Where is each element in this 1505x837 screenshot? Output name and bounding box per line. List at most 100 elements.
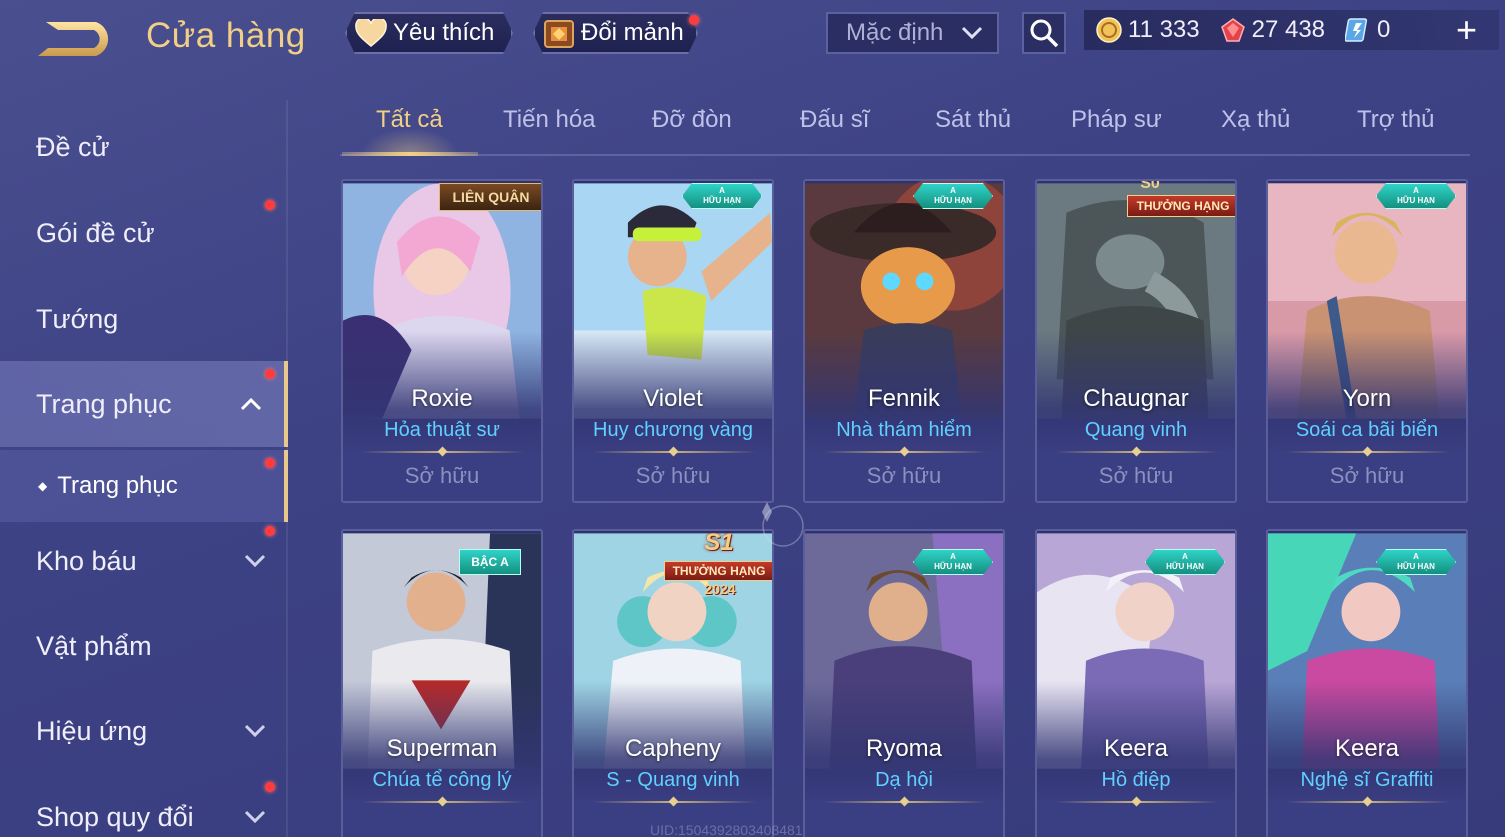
back-arrow-icon xyxy=(38,22,109,56)
skin-name: Dạ hội xyxy=(875,769,933,791)
skin-card[interactable]: A HỮU HẠN Fennik Nhà thám hiểm Sở hữu xyxy=(803,179,1005,503)
owned-status: Sở hữu xyxy=(635,463,711,488)
sidebar-item-treasure[interactable]: Kho báu xyxy=(0,518,288,604)
sidebar-item-label: Shop quy đổi xyxy=(36,801,194,832)
gold-amount: 11 333 xyxy=(1128,16,1200,43)
hero-name: Violet xyxy=(643,385,703,412)
skin-card[interactable]: BẬC A Superman Chúa tể công lý xyxy=(341,529,543,837)
skin-card[interactable]: A HỮU HẠN Keera Nghệ sĩ Graffiti xyxy=(1266,529,1468,837)
tab-support[interactable]: Trợ thủ xyxy=(1357,106,1435,134)
hero-name: Roxie xyxy=(411,385,473,412)
badge-label: HỮU HẠN xyxy=(1397,196,1435,205)
skin-name: Huy chương vàng xyxy=(593,419,753,441)
hero-name: Keera xyxy=(1334,735,1400,762)
sidebar-item-label: Gói đề cử xyxy=(36,217,155,248)
search-button[interactable] xyxy=(1022,12,1066,54)
token-card-icon xyxy=(1345,18,1368,42)
page-title: Cửa hàng xyxy=(146,16,306,55)
favorites-button[interactable]: Yêu thích xyxy=(345,12,513,54)
sidebar-item-label: Tướng xyxy=(36,303,119,334)
back-button[interactable] xyxy=(34,18,116,60)
badge-tier: A xyxy=(950,552,956,561)
token-balance: 0 xyxy=(1345,16,1390,44)
hero-name: Keera xyxy=(1103,735,1169,762)
badge-tier: A xyxy=(1182,552,1188,561)
limited-badge: A HỮU HẠN xyxy=(1376,183,1456,209)
sidebar-subitem-label: Trang phục xyxy=(57,472,178,499)
sort-dropdown[interactable]: Mặc định xyxy=(826,12,999,54)
badge-tier: A xyxy=(950,186,956,195)
sidebar-item-items[interactable]: Vật phẩm xyxy=(0,603,288,689)
sort-value: Mặc định xyxy=(846,19,944,46)
card-divider xyxy=(823,451,987,453)
owned-status: Sở hữu xyxy=(1329,463,1405,488)
notification-dot xyxy=(265,200,275,210)
skin-card[interactable]: LIÊN QUÂN Roxie Hỏa thuật sư Sở hữu xyxy=(341,179,543,503)
limited-badge: A HỮU HẠN xyxy=(1145,549,1225,575)
sidebar-item-label: Đề cử xyxy=(36,131,110,162)
badge-label: HỮU HẠN xyxy=(703,196,741,205)
shard-exchange-label: Đổi mảnh xyxy=(581,19,684,46)
sidebar-item-heroes[interactable]: Tướng xyxy=(0,276,288,362)
skin-name: Nhà thám hiểm xyxy=(836,419,972,441)
chevron-up-icon xyxy=(240,397,262,411)
tab-all[interactable]: Tất cả xyxy=(376,106,443,134)
tab-assassin[interactable]: Sát thủ xyxy=(935,106,1011,134)
sidebar-item-label: Kho báu xyxy=(36,545,137,576)
badge-label: HỮU HẠN xyxy=(1166,562,1204,571)
badge-label: HỮU HẠN xyxy=(934,562,972,571)
skin-card[interactable]: A HỮU HẠN Ryoma Dạ hội xyxy=(803,529,1005,837)
skin-name: Nghệ sĩ Graffiti xyxy=(1300,769,1434,791)
skin-name: Quang vinh xyxy=(1084,419,1188,441)
sidebar-item-skins[interactable]: Trang phục xyxy=(0,361,288,447)
skin-card[interactable]: S1 THƯỞNG HẠNG 2024 Capheny S - Quang vi… xyxy=(572,529,774,837)
skin-card[interactable]: A HỮU HẠN Violet Huy chương vàng Sở hữu xyxy=(572,179,774,503)
skin-card[interactable]: A HỮU HẠN Yorn Soái ca bãi biển Sở hữu xyxy=(1266,179,1468,503)
owned-status: Sở hữu xyxy=(404,463,480,488)
badge-tier: A xyxy=(719,186,725,195)
shard-chest-icon xyxy=(543,17,575,49)
hero-name: Yorn xyxy=(1342,385,1392,412)
notification-dot xyxy=(265,526,275,536)
shard-exchange-button[interactable]: Đổi mảnh xyxy=(533,12,698,54)
tab-fighter[interactable]: Đấu sĩ xyxy=(800,106,869,134)
chevron-down-icon xyxy=(961,26,983,40)
tab-tank[interactable]: Đỡ đòn xyxy=(652,106,732,134)
chevron-down-icon xyxy=(244,724,266,738)
limited-badge: A HỮU HẠN xyxy=(682,183,762,209)
hero-name: Capheny xyxy=(624,735,722,762)
tab-evolution[interactable]: Tiến hóa xyxy=(503,106,596,134)
sidebar-subitem-skins[interactable]: ◆ Trang phục xyxy=(0,450,288,522)
skin-card[interactable]: S0 THƯỞNG HẠNG Chaugnar Quang vinh Sở hữ… xyxy=(1035,179,1237,503)
heart-icon xyxy=(355,19,387,47)
currency-bar: 11 333 27 438 0 + xyxy=(1084,10,1499,50)
skin-name: Chúa tể công lý xyxy=(372,769,512,791)
sidebar-item-exchange-shop[interactable]: Shop quy đổi xyxy=(0,774,288,837)
sidebar-item-recommended[interactable]: Đề cử xyxy=(0,104,288,190)
ranked-badge: THƯỞNG HẠNG xyxy=(1127,195,1235,217)
top-bar: Cửa hàng Yêu thích Đổi mảnh Mặc định 11 … xyxy=(0,0,1505,75)
add-currency-button[interactable]: + xyxy=(1456,12,1477,48)
user-id-watermark: UID:1504392803408481 xyxy=(650,822,803,837)
sidebar-item-effects[interactable]: Hiệu ứng xyxy=(0,688,288,774)
sidebar: Đề cử Gói đề cử Tướng Trang phục ◆ Trang… xyxy=(0,100,290,837)
chevron-down-icon xyxy=(244,810,266,824)
hero-name: Fennik xyxy=(867,385,941,412)
touch-indicator-icon xyxy=(762,502,804,547)
gem-balance: 27 438 xyxy=(1220,16,1325,44)
tab-marksman[interactable]: Xạ thủ xyxy=(1221,106,1290,134)
skin-card[interactable]: A HỮU HẠN Keera Hồ điệp xyxy=(1035,529,1237,837)
favorites-label: Yêu thích xyxy=(393,19,495,46)
search-icon xyxy=(1030,19,1059,48)
card-divider xyxy=(1055,451,1219,453)
tab-mage[interactable]: Pháp sư xyxy=(1071,106,1162,134)
chevron-down-icon xyxy=(244,554,266,568)
sidebar-item-recommended-bundles[interactable]: Gói đề cử xyxy=(0,190,288,276)
notification-dot xyxy=(265,458,275,468)
card-divider xyxy=(823,801,987,803)
owned-status: Sở hữu xyxy=(866,463,942,488)
season-badge-label: S0 xyxy=(1140,179,1160,192)
tier-badge: BẬC A xyxy=(459,549,521,575)
card-divider xyxy=(592,801,756,803)
owned-status: Sở hữu xyxy=(1098,463,1174,488)
